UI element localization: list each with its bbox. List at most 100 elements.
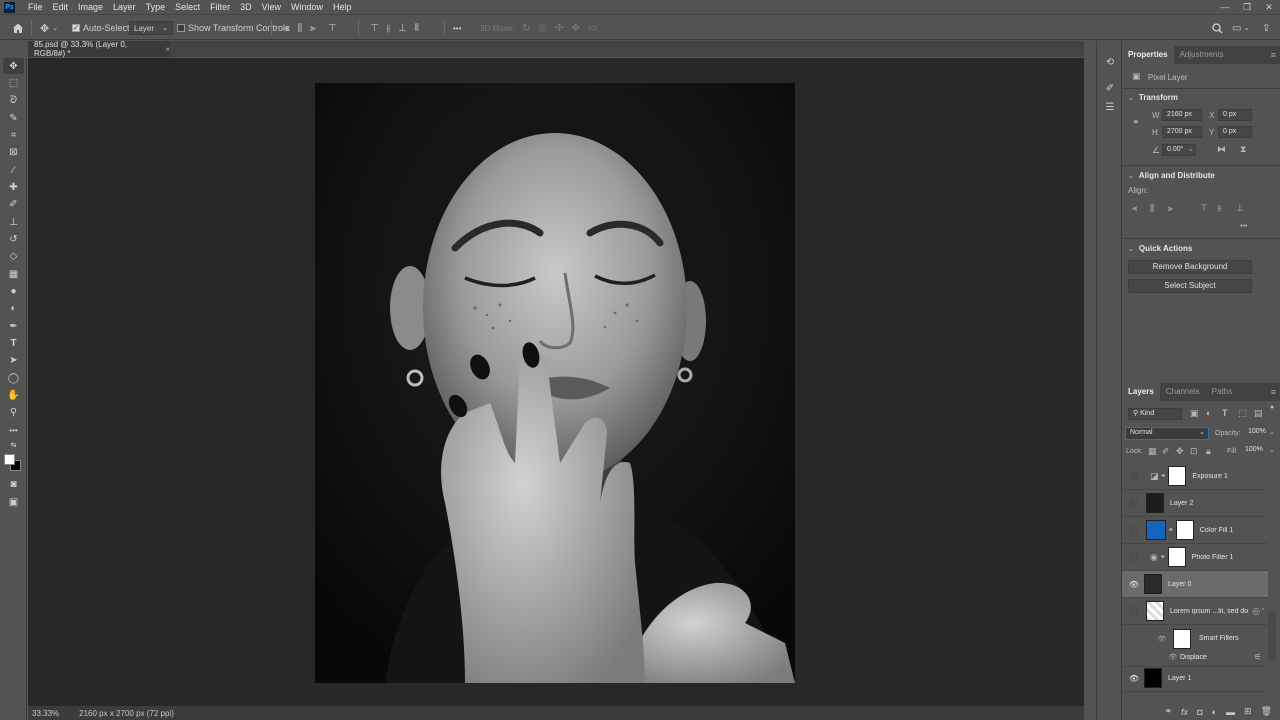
align-bottom-edges-icon[interactable]: ⊥ [1236,203,1244,214]
link-icon[interactable]: ⚭ [1132,117,1140,128]
lock-position-icon[interactable]: ✥ [1176,446,1184,457]
foreground-color-swatch[interactable] [4,454,15,465]
gradient-tool-icon[interactable]: ▦ [3,266,24,282]
smart-object-thumbnail[interactable] [1146,601,1164,621]
zoom-tool-icon[interactable]: ⚲ [3,404,24,420]
link-layers-icon[interactable]: ⚭ [1165,706,1173,717]
eye-icon[interactable]: 👁︎ [1166,652,1180,662]
filter-pixel-icon[interactable]: ▣ [1190,408,1199,419]
eye-icon[interactable]: 👁︎ [1127,579,1141,589]
layer-mask-thumbnail[interactable] [1168,466,1187,486]
layer-row-smart-object[interactable]: Lorem ipsum ...lit, sed do ◎ ⌃ [1122,598,1268,625]
visibility-toggle[interactable] [1130,472,1138,480]
visibility-toggle[interactable] [1130,526,1138,534]
healing-brush-tool-icon[interactable]: ✚ [3,179,24,195]
lock-image-icon[interactable]: ✐ [1162,446,1170,457]
tab-paths[interactable]: Paths [1206,383,1238,401]
layer-row-color-fill-1[interactable]: ⚭ Color Fill 1 [1122,517,1268,544]
align-right-edges-icon[interactable]: ⫸ [1168,203,1173,214]
align-right-icon[interactable]: ⫸ [310,23,316,34]
document-tab[interactable]: 85.psd @ 33.3% (Layer 0, RGB/8#) * × [28,40,170,58]
align-top-edges-icon[interactable]: ⊤ [1200,203,1208,214]
brush-tool-icon[interactable]: ✐ [3,196,24,212]
adjustments-sliders-icon[interactable]: ☰ [1102,99,1118,115]
close-button[interactable]: ✕ [1258,0,1280,14]
chevron-down-icon[interactable]: ⌄ [1269,428,1275,436]
height-field[interactable]: 2700 px [1162,126,1202,138]
search-icon[interactable] [1212,15,1223,41]
menu-layer[interactable]: Layer [108,0,141,14]
quick-selection-tool-icon[interactable]: ✎ [3,110,24,126]
lock-artboard-icon[interactable]: ⊡ [1190,446,1198,457]
eyedropper-tool-icon[interactable]: ⁄ [3,162,24,178]
filter-smart-object-icon[interactable]: ▤ [1254,408,1263,419]
align-distribute-section[interactable]: ⌄ Align and Distribute [1128,171,1215,180]
document-dimensions[interactable]: 2160 px x 2700 px (72 ppi) [79,709,174,718]
visibility-toggle[interactable] [1130,607,1138,615]
align-horizontal-centers-icon[interactable]: ⫼ [1150,203,1154,214]
hand-tool-icon[interactable]: ✋ [3,387,24,403]
align-top-edge-icon[interactable]: ⊤ [370,23,379,34]
width-field[interactable]: 2160 px [1162,109,1202,121]
filter-adjustment-icon[interactable]: ◐ [1206,408,1211,418]
add-mask-icon[interactable]: ◘ [1197,707,1202,717]
menu-select[interactable]: Select [170,0,205,14]
blur-tool-icon[interactable]: ● [3,283,24,299]
flip-vertical-icon[interactable]: ⧗ [1240,144,1246,155]
y-field[interactable]: 0 px [1218,126,1252,138]
clone-stamp-tool-icon[interactable]: ⊥ [3,214,24,230]
lock-transparent-icon[interactable]: ▦ [1148,446,1157,457]
select-subject-button[interactable]: Select Subject [1128,279,1252,293]
dodge-tool-icon[interactable]: ◐ [3,300,24,316]
align-top-icon[interactable]: ⊤ [328,23,337,34]
menu-3d[interactable]: 3D [235,0,257,14]
new-layer-icon[interactable]: ⊞ [1244,706,1252,717]
align-bottom-icon[interactable]: ⊥ [398,23,407,34]
layer-thumbnail[interactable] [1144,574,1162,594]
layer-row-photo-filter-1[interactable]: ◉ ⚭ Photo Filter 1 [1122,544,1268,571]
menu-window[interactable]: Window [286,0,328,14]
align-vertical-centers-icon[interactable]: ⫲ [1218,203,1221,214]
smart-filter-mask-thumbnail[interactable] [1173,628,1191,649]
minimize-button[interactable]: — [1214,0,1236,14]
marquee-tool-icon[interactable]: ⬚ [3,75,24,91]
chevron-up-icon[interactable]: ⌃ [1260,607,1266,615]
roll-icon[interactable]: ◎ [538,23,547,34]
new-adjustment-layer-icon[interactable]: ◐ [1212,707,1217,717]
zoom-level[interactable]: 33.33% [32,709,59,718]
eye-icon[interactable]: 👁︎ [1127,673,1141,683]
screen-mode-icon[interactable]: ▣ [3,494,24,510]
auto-select-target-dropdown[interactable]: Layer ⌄ [129,21,173,35]
chevron-down-icon[interactable]: ⌄ [1269,446,1275,454]
new-group-icon[interactable]: ▬ [1226,707,1235,717]
layer-style-icon[interactable]: fx [1181,707,1188,717]
trash-icon[interactable]: 🗑︎ [1261,706,1272,717]
x-field[interactable]: 0 px [1218,109,1252,121]
color-fill-thumbnail[interactable] [1146,520,1166,540]
visibility-toggle[interactable] [1130,499,1138,507]
panel-menu-icon[interactable]: ≡ [1271,46,1276,64]
tab-adjustments[interactable]: Adjustments [1174,46,1230,64]
menu-type[interactable]: Type [141,0,171,14]
crop-tool-icon[interactable]: ⌗ [3,127,24,143]
pan-icon[interactable]: ✣ [555,23,563,34]
eye-icon[interactable]: 👁︎ [1155,634,1169,644]
layer-filter-dropdown[interactable]: ⚲ Kind [1128,408,1182,420]
share-icon[interactable]: ⇪ [1262,15,1270,41]
filter-blending-options-icon[interactable]: ⚟ [1254,652,1262,663]
layer-thumbnail[interactable] [1146,493,1164,513]
type-tool-icon[interactable]: T [3,335,24,351]
frame-tool-icon[interactable]: ⊠ [3,144,24,160]
layers-scrollbar[interactable] [1268,611,1276,661]
layer-row-layer-0[interactable]: 👁︎ Layer 0 [1122,571,1268,598]
more-align-options[interactable]: ••• [1240,223,1247,230]
layer-row-exposure-1[interactable]: ◪ ⚭ Exposure 1 [1122,463,1268,490]
move-tool-icon[interactable]: ✥ ⌄ [40,15,58,41]
remove-background-button[interactable]: Remove Background [1128,260,1252,274]
quick-actions-section[interactable]: ⌄ Quick Actions [1128,244,1192,253]
menu-help[interactable]: Help [328,0,357,14]
brush-settings-icon[interactable]: ✐ [1102,80,1118,96]
auto-select-checkbox[interactable]: ✓ Auto-Select: [72,15,132,41]
canvas-image[interactable] [315,83,795,683]
ellipse-tool-icon[interactable]: ◯ [3,370,24,386]
